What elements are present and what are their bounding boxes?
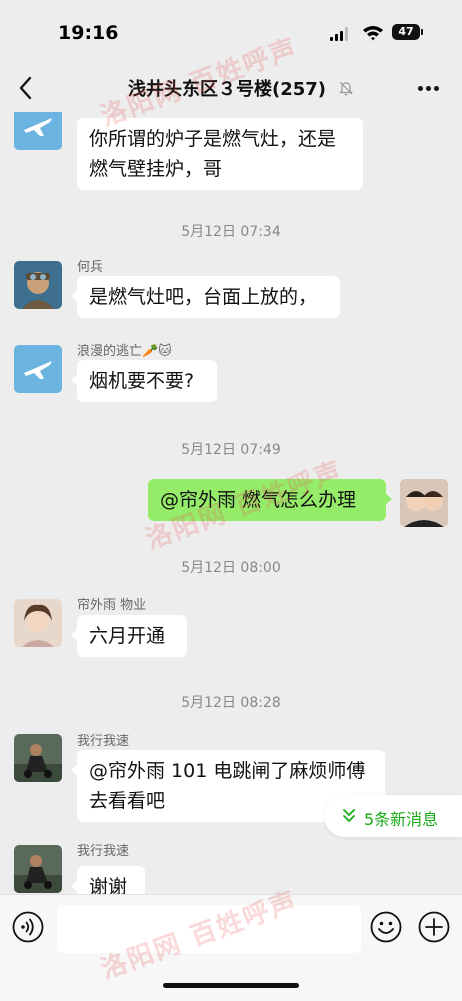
battery-icon: 47 bbox=[392, 24, 420, 40]
sender-name: 我行我速 bbox=[77, 844, 130, 859]
emoji-icon[interactable] bbox=[370, 911, 402, 943]
chevron-left-icon[interactable] bbox=[14, 74, 40, 102]
sender-name: 我行我速 bbox=[77, 734, 130, 749]
message-timestamp: 5月12日 07:34 bbox=[181, 224, 281, 240]
new-messages-button[interactable]: 5条新消息 bbox=[324, 795, 462, 837]
home-indicator bbox=[163, 983, 299, 988]
message-bubble-self[interactable]: @帘外雨 燃气怎么办理 bbox=[148, 479, 392, 521]
message-timestamp: 5月12日 07:49 bbox=[181, 442, 281, 458]
avatar[interactable] bbox=[14, 599, 62, 647]
voice-icon[interactable] bbox=[12, 911, 44, 943]
status-bar: 19:16 47 bbox=[0, 0, 462, 66]
sender-name: 何兵 bbox=[77, 260, 104, 275]
plus-icon[interactable] bbox=[418, 911, 450, 943]
status-time: 19:16 bbox=[58, 22, 119, 44]
chat-header: 浅井头东区３号楼(257) bbox=[0, 66, 462, 112]
message-bubble[interactable]: 谢谢 bbox=[71, 866, 145, 894]
message-timestamp: 5月12日 08:00 bbox=[181, 560, 281, 576]
message-bubble[interactable]: 你所谓的炉子是燃气灶，还是燃气壁挂炉，哥 bbox=[77, 118, 363, 190]
message-bubble[interactable]: 六月开通 bbox=[71, 615, 187, 657]
chat-title: 浅井头东区３号楼(257) bbox=[128, 79, 327, 100]
avatar[interactable] bbox=[14, 845, 62, 893]
message-bubble[interactable]: 是燃气灶吧，台面上放的， bbox=[71, 276, 340, 318]
sender-name: 帘外雨 物业 bbox=[77, 598, 147, 613]
cellular-signal-icon bbox=[330, 27, 350, 41]
message-input[interactable] bbox=[57, 905, 361, 953]
battery-tip bbox=[421, 29, 423, 35]
avatar[interactable] bbox=[14, 345, 62, 393]
double-chevron-down-icon bbox=[343, 809, 355, 822]
avatar[interactable] bbox=[14, 734, 62, 782]
avatar[interactable] bbox=[14, 112, 62, 150]
new-messages-label: 5条新消息 bbox=[364, 810, 439, 829]
bell-slash-icon bbox=[339, 81, 353, 96]
message-list[interactable]: 你所谓的炉子是燃气灶，还是燃气壁挂炉，哥 5月12日 07:34 何兵 是燃气灶… bbox=[0, 112, 462, 894]
input-bar bbox=[0, 894, 462, 1001]
message-timestamp: 5月12日 08:28 bbox=[181, 695, 281, 711]
ellipsis-icon[interactable] bbox=[418, 86, 440, 92]
message-bubble[interactable]: 烟机要不要? bbox=[71, 360, 217, 402]
avatar-self[interactable] bbox=[400, 479, 448, 527]
wifi-icon bbox=[363, 26, 383, 41]
sender-name: 浪漫的逃亡🥕🐱 bbox=[77, 344, 172, 359]
avatar[interactable] bbox=[14, 261, 62, 309]
